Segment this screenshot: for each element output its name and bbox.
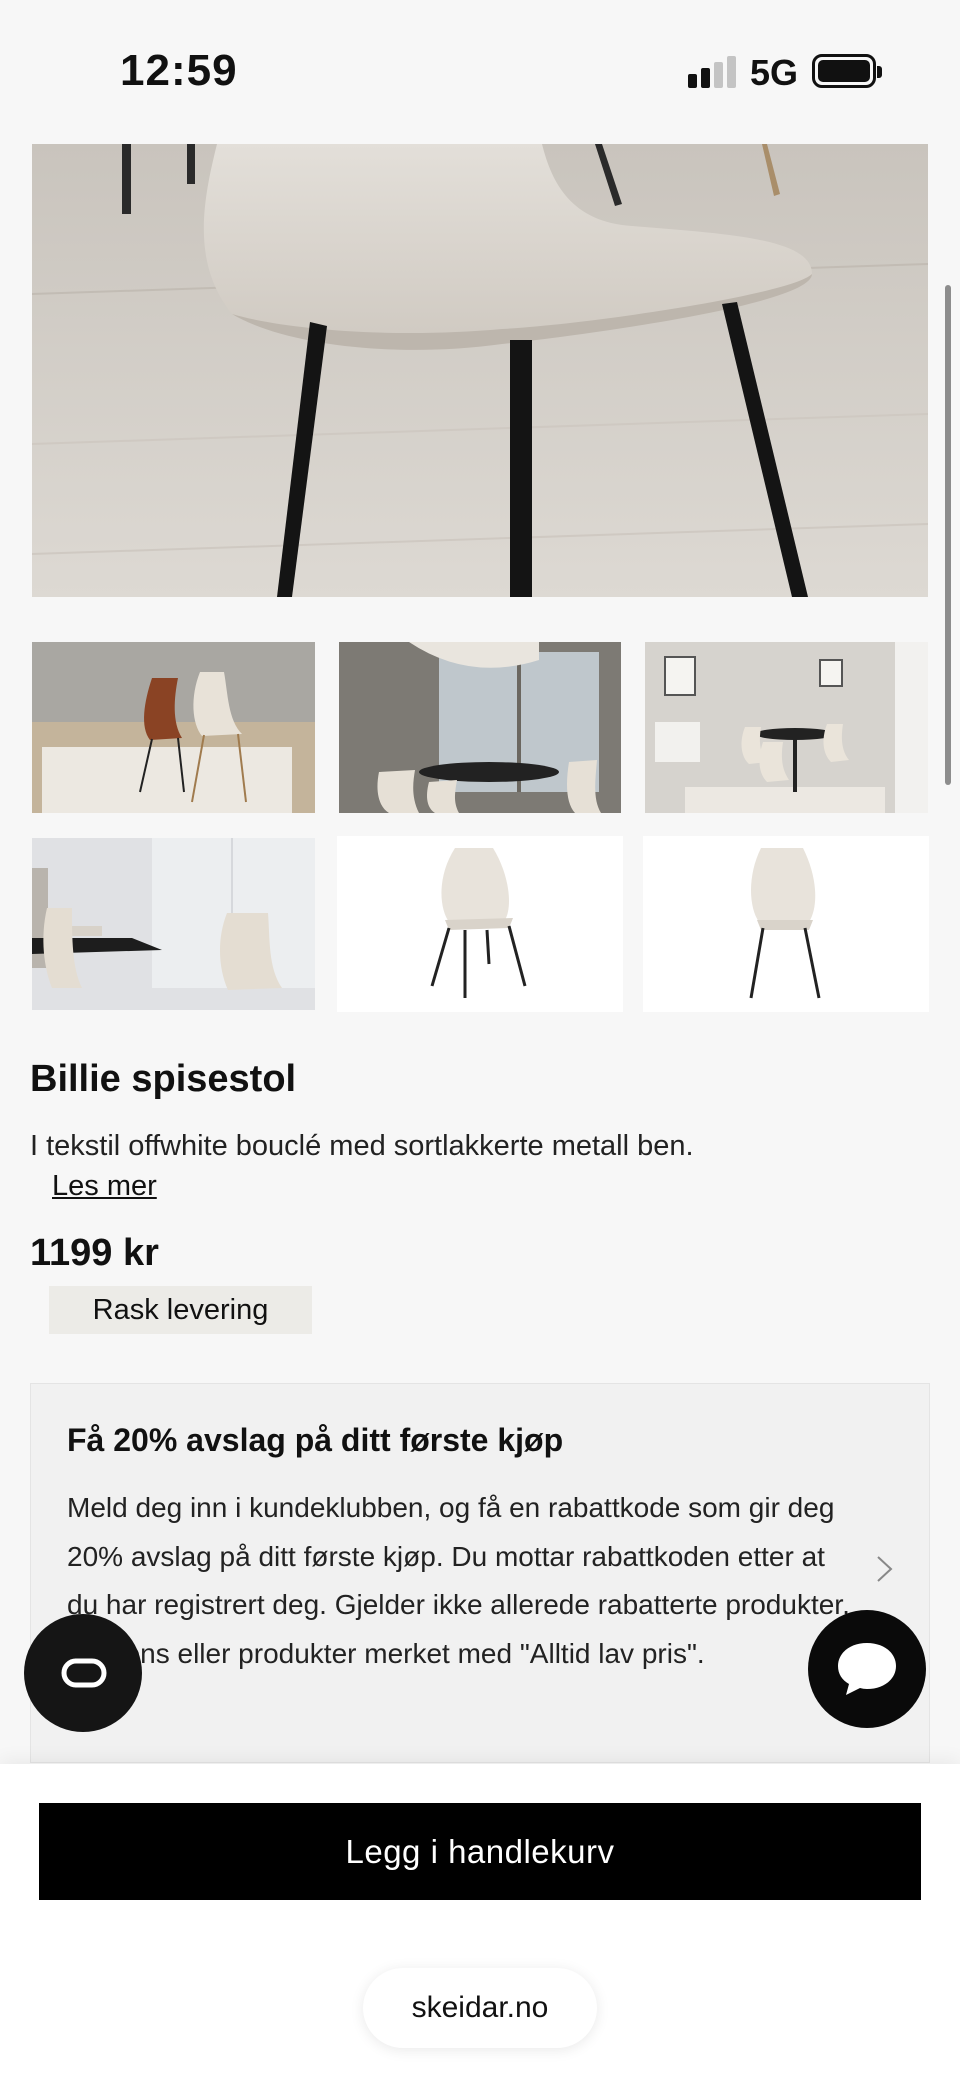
cookie-consent-icon — [61, 1658, 107, 1688]
thumbnail-chair-by-table[interactable] — [32, 838, 315, 1010]
battery-full-icon — [812, 54, 882, 88]
read-more-link[interactable]: Les mer — [52, 1170, 157, 1202]
chat-button[interactable] — [808, 1610, 926, 1728]
club-promo-card[interactable]: Få 20% avslag på ditt første kjøp Meld d… — [30, 1383, 930, 1763]
add-to-cart-button[interactable]: Legg i handlekurv — [39, 1803, 921, 1900]
product-price: 1199 kr — [30, 1232, 159, 1274]
status-time: 12:59 — [120, 46, 238, 95]
signal-bars-icon — [688, 56, 736, 88]
browser-url-pill[interactable]: skeidar.no — [363, 1968, 597, 2048]
page-scrollbar[interactable] — [945, 285, 951, 785]
chat-bubble-icon — [838, 1643, 896, 1695]
delivery-badge: Rask levering — [49, 1286, 312, 1334]
cookie-settings-button[interactable] — [24, 1614, 142, 1732]
network-type: 5G — [750, 52, 799, 93]
thumbnail-dining-room-window[interactable] — [339, 642, 621, 813]
product-description: I tekstil offwhite bouclé med sortlakker… — [30, 1126, 750, 1206]
thumbnail-chair-front-white[interactable] — [337, 836, 623, 1012]
product-title: Billie spisestol — [30, 1058, 297, 1100]
thumbnail-chair-side-white[interactable] — [643, 836, 929, 1012]
product-description-text: I tekstil offwhite bouclé med sortlakker… — [30, 1130, 694, 1162]
status-bar: 12:59 5G — [0, 0, 960, 140]
promo-title: Få 20% avslag på ditt første kjøp — [67, 1422, 564, 1458]
thumbnail-dining-set-rug[interactable] — [645, 642, 928, 813]
bottom-action-bar: Legg i handlekurv skeidar.no — [0, 1764, 960, 2081]
thumbnail-chairs-rust-white[interactable] — [32, 642, 315, 813]
hero-product-image[interactable] — [32, 144, 928, 597]
chevron-right-icon — [877, 1556, 893, 1582]
promo-body: Meld deg inn i kundeklubben, og få en ra… — [67, 1492, 850, 1669]
